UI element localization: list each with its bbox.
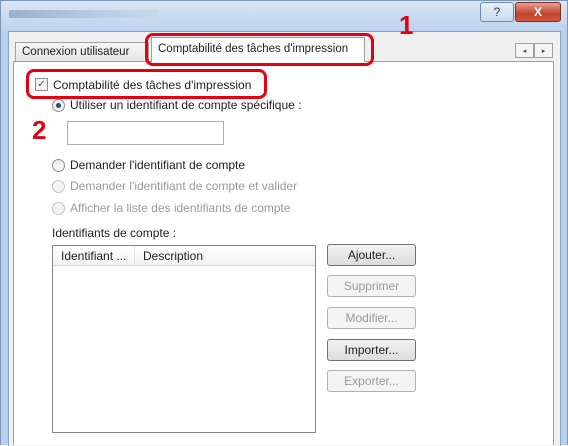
close-button[interactable]: X [515,2,561,22]
radio-ask-validate-account[interactable] [52,180,65,193]
callout-step-2: 2 [32,115,47,145]
radio-show-account-list[interactable] [52,202,65,215]
radio-ask-validate-account-label[interactable]: Demander l'identifiant de compte et vali… [70,179,297,193]
window-title-blurred [9,10,159,18]
tab-user-login[interactable]: Connexion utilisateur [15,42,149,62]
tab-print-job-accounting[interactable]: Comptabilité des tâches d'impression [151,37,365,62]
account-ids-list-header: Identifiant ... Description [53,246,315,266]
import-button[interactable]: Importer... [327,339,416,361]
tab-scroll-left-button[interactable]: ◂ [515,43,534,58]
export-button[interactable]: Exporter... [327,370,416,392]
accounting-checkbox-label[interactable]: Comptabilité des tâches d'impression [53,78,251,92]
delete-button[interactable]: Supprimer [327,275,416,297]
tab-scroll-buttons: ◂ ▸ [515,43,553,58]
account-ids-section-label: Identifiants de compte : [52,226,177,240]
title-bar[interactable]: ? X [1,1,567,31]
specific-account-id-input[interactable] [67,121,224,145]
radio-ask-account[interactable] [52,159,65,172]
radio-ask-account-label[interactable]: Demander l'identifiant de compte [70,158,245,172]
radio-specific-account[interactable] [52,99,65,112]
radio-specific-account-label[interactable]: Utiliser un identifiant de compte spécif… [70,98,301,112]
account-ids-list[interactable]: Identifiant ... Description [52,245,316,433]
callout-step-1: 1 [399,10,414,40]
column-header-description[interactable]: Description [135,246,315,266]
radio-show-account-list-label[interactable]: Afficher la liste des identifiants de co… [70,201,291,215]
accounting-checkbox[interactable]: ✓ [35,78,48,91]
help-button[interactable]: ? [480,2,514,22]
column-header-identifier[interactable]: Identifiant ... [53,246,135,266]
tab-scroll-right-button[interactable]: ▸ [534,43,553,58]
modify-button[interactable]: Modifier... [327,307,416,329]
add-button[interactable]: Ajouter... [327,244,416,266]
